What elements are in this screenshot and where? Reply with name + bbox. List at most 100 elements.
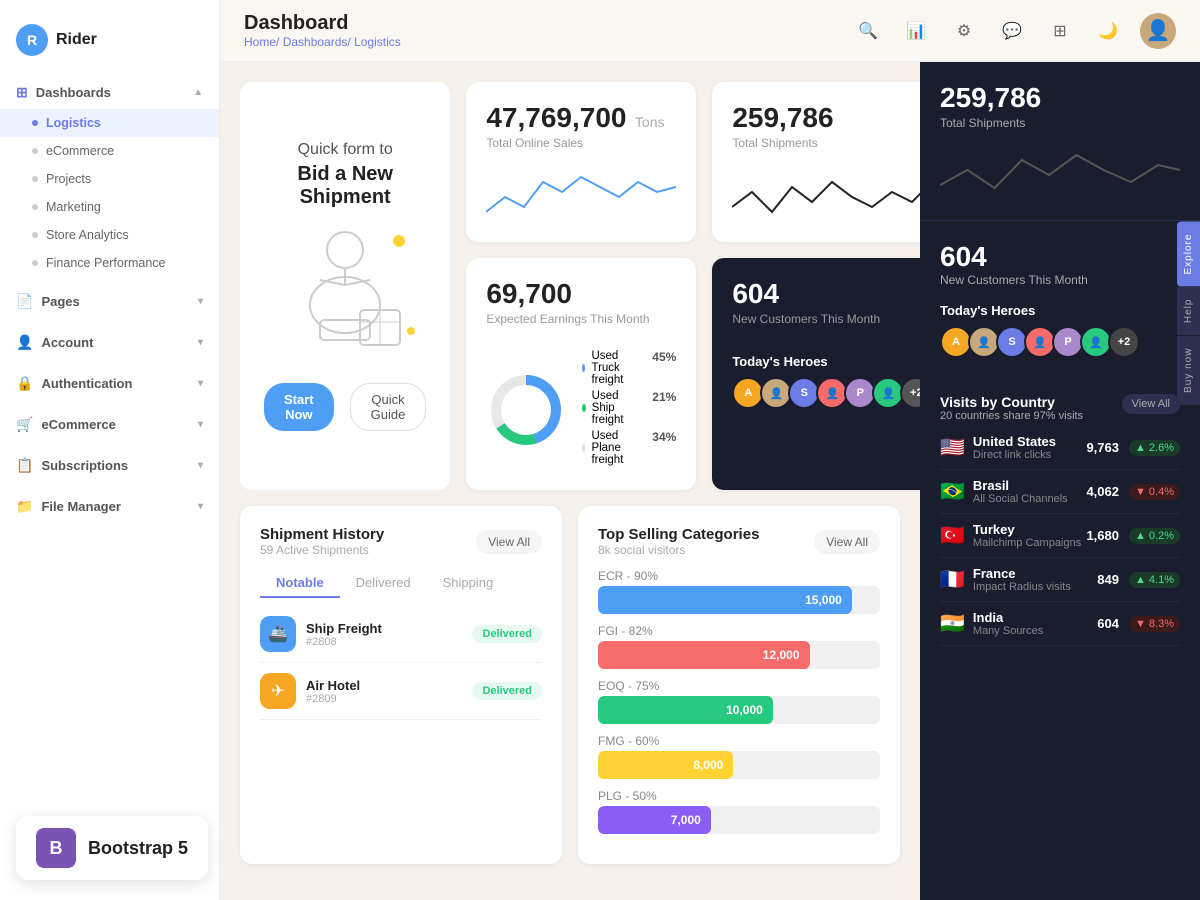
- bar-label-eoq: EOQ - 75%: [598, 679, 880, 693]
- tr-visits: 1,680: [1086, 528, 1119, 543]
- search-icon[interactable]: 🔍: [852, 15, 884, 47]
- sidebar-item-label: Store Analytics: [46, 228, 129, 242]
- sidebar-category-ecommerce2[interactable]: 🛒 eCommerce ▾: [0, 408, 219, 441]
- sidebar-item-projects[interactable]: Projects: [0, 165, 219, 193]
- online-sales-card: 47,769,700 Tons Total Online Sales: [466, 82, 696, 242]
- br-change: ▼ 0.4%: [1129, 484, 1180, 500]
- main-area: Dashboard Home/ Dashboards/ Logistics 🔍 …: [220, 0, 1200, 900]
- heroes-avatars: A 👤 S 👤 P 👤 +2: [732, 377, 920, 409]
- dashboards-icon: ⊞: [16, 84, 28, 101]
- chevron-down-icon: ▾: [198, 419, 203, 430]
- fr-visits: 849: [1097, 572, 1119, 587]
- sidebar-item-finance-performance[interactable]: Finance Performance: [0, 249, 219, 277]
- in-name: India: [973, 610, 1097, 625]
- ship-status-2: Delivered: [472, 682, 542, 700]
- start-now-button[interactable]: Start Now: [264, 383, 334, 431]
- earnings-number: 69,700: [486, 278, 572, 309]
- shipment-row: 🚢 Ship Freight #2808 Delivered: [260, 606, 542, 663]
- sidebar-category-filemanager[interactable]: 📁 File Manager ▾: [0, 490, 219, 523]
- buy-now-button[interactable]: Buy now: [1177, 335, 1200, 404]
- us-source: Direct link clicks: [973, 449, 1087, 461]
- dark-avatar-more: +2: [1108, 326, 1140, 358]
- ship-id: #2808: [306, 636, 382, 648]
- theme-toggle-icon[interactable]: 🌙: [1092, 15, 1124, 47]
- legend-truck: Used Truck freight 45%: [582, 350, 676, 386]
- countries-subtitle: 20 countries share 97% visits: [940, 410, 1083, 422]
- sidebar-item-label: Projects: [46, 172, 91, 186]
- shipment-history-view-all[interactable]: View All: [476, 530, 542, 554]
- online-sales-unit: Tons: [635, 114, 665, 130]
- sidebar-item-marketing[interactable]: Marketing: [0, 193, 219, 221]
- sidebar-category-pages[interactable]: 📄 Pages ▾: [0, 285, 219, 318]
- side-buttons: Explore Help Buy now: [1177, 222, 1200, 405]
- br-info: Brasil All Social Channels: [973, 478, 1087, 505]
- btn-row: Start Now Quick Guide: [264, 383, 426, 431]
- message-icon[interactable]: 💬: [996, 15, 1028, 47]
- in-visits: 604: [1097, 616, 1119, 631]
- sidebar-category-account[interactable]: 👤 Account ▾: [0, 326, 219, 359]
- fr-name: France: [973, 566, 1097, 581]
- sidebar-item-label: eCommerce: [46, 144, 114, 158]
- us-visits: 9,763: [1086, 440, 1119, 455]
- sidebar-item-label: Marketing: [46, 200, 101, 214]
- top-selling-view-all[interactable]: View All: [814, 530, 880, 554]
- bar-fmg: 8,000: [598, 751, 733, 779]
- bar-eoq: 10,000: [598, 696, 773, 724]
- grid-apps-icon[interactable]: ⊞: [1044, 15, 1076, 47]
- chevron-up-icon: ▲: [193, 87, 203, 98]
- tab-shipping[interactable]: Shipping: [427, 569, 510, 598]
- sidebar-section-subscriptions: 📋 Subscriptions ▾: [0, 449, 219, 482]
- ship-freight-icon: 🚢: [260, 616, 296, 652]
- header-right: 🔍 📊 ⚙ 💬 ⊞ 🌙 👤: [852, 13, 1176, 49]
- customize-icon[interactable]: ⚙: [948, 15, 980, 47]
- country-row-tr: 🇹🇷 Turkey Mailchimp Campaigns 1,680 ▲ 0.…: [940, 514, 1180, 558]
- avatar[interactable]: 👤: [1140, 13, 1176, 49]
- sidebar-category-subscriptions[interactable]: 📋 Subscriptions ▾: [0, 449, 219, 482]
- breadcrumb-dashboards[interactable]: Dashboards/: [283, 35, 354, 49]
- sidebar-section-dashboards: ⊞ Dashboards ▲ Logistics eCommerce Proje…: [0, 76, 219, 277]
- bar-outer-eoq: 10,000: [598, 696, 880, 724]
- breadcrumb-home[interactable]: Home/: [244, 35, 283, 49]
- app-logo[interactable]: R Rider: [0, 16, 219, 76]
- account-icon: 👤: [16, 334, 33, 351]
- truck-label: Used Truck freight: [591, 350, 628, 386]
- sidebar-section-authentication: 🔒 Authentication ▾: [0, 367, 219, 400]
- quick-guide-button[interactable]: Quick Guide: [350, 383, 427, 431]
- right-panel: Explore Help Buy now 259,786 Total Shipm…: [920, 62, 1200, 900]
- bar-outer-ecr: 15,000: [598, 586, 880, 614]
- sidebar-category-label: File Manager: [41, 499, 120, 514]
- country-row-in: 🇮🇳 India Many Sources 604 ▼ 8.3%: [940, 602, 1180, 646]
- shipments-chart: [732, 162, 920, 222]
- fr-source: Impact Radius visits: [973, 581, 1097, 593]
- explore-button[interactable]: Explore: [1177, 222, 1200, 287]
- plane-pct: 34%: [652, 430, 676, 466]
- sidebar-item-ecommerce[interactable]: eCommerce: [0, 137, 219, 165]
- sidebar-item-label: Finance Performance: [46, 256, 166, 270]
- sidebar-category-label: eCommerce: [41, 417, 115, 432]
- tr-meta: 1,680 ▲ 0.2%: [1086, 528, 1180, 544]
- chevron-down-icon: ▾: [198, 460, 203, 471]
- countries-view-all[interactable]: View All: [1122, 394, 1180, 414]
- online-sales-chart: [486, 162, 676, 222]
- help-button[interactable]: Help: [1177, 287, 1200, 336]
- chart-icon[interactable]: 📊: [900, 15, 932, 47]
- country-row-us: 🇺🇸 United States Direct link clicks 9,76…: [940, 426, 1180, 470]
- sidebar-item-store-analytics[interactable]: Store Analytics: [0, 221, 219, 249]
- bootstrap-watermark: B Bootstrap 5: [16, 816, 208, 880]
- us-flag: 🇺🇸: [940, 435, 965, 460]
- shipments-label: Total Shipments: [732, 136, 920, 150]
- tab-delivered[interactable]: Delivered: [340, 569, 427, 598]
- dot-icon: [32, 232, 38, 238]
- bar-row-plg: PLG - 50% 7,000: [598, 789, 880, 834]
- header-left: Dashboard Home/ Dashboards/ Logistics: [244, 12, 401, 49]
- bar-label-fgi: FGI - 82%: [598, 624, 880, 638]
- sidebar-category-authentication[interactable]: 🔒 Authentication ▾: [0, 367, 219, 400]
- tab-notable[interactable]: Notable: [260, 569, 340, 598]
- air-hotel-icon: ✈: [260, 673, 296, 709]
- sidebar-item-logistics[interactable]: Logistics: [0, 109, 219, 137]
- sidebar-category-dashboards[interactable]: ⊞ Dashboards ▲: [0, 76, 219, 109]
- sidebar-category-label: Authentication: [41, 376, 132, 391]
- fr-flag: 🇫🇷: [940, 567, 965, 592]
- donut-chart: [486, 370, 566, 450]
- country-row-br: 🇧🇷 Brasil All Social Channels 4,062 ▼ 0.…: [940, 470, 1180, 514]
